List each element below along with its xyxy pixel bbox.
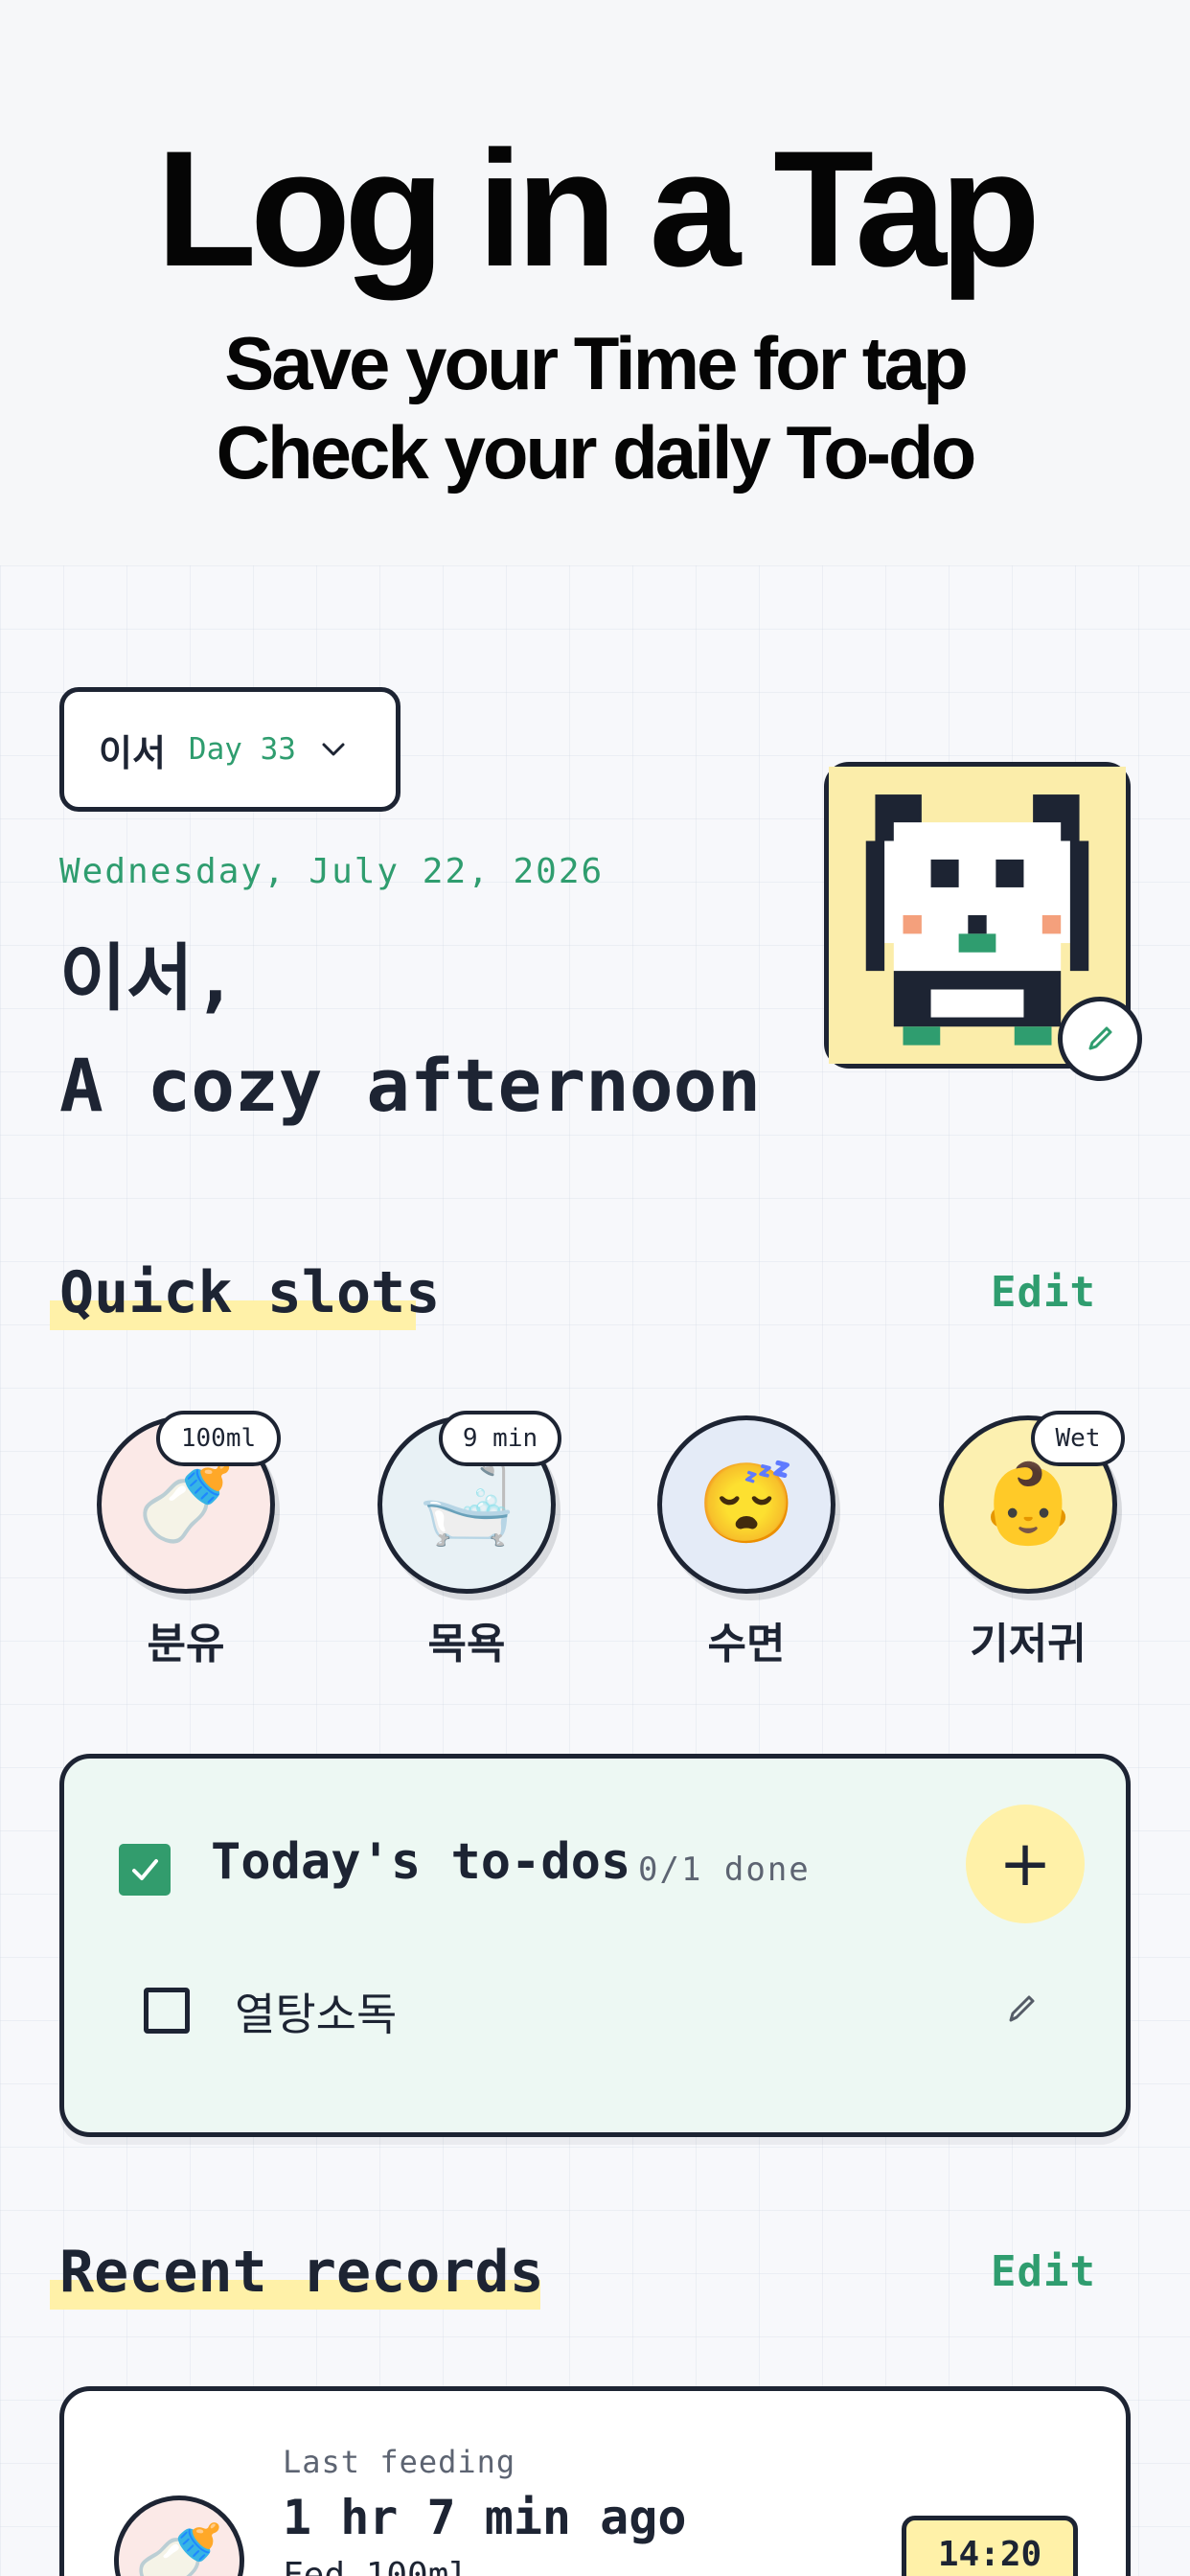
quick-slot-badge: 100ml — [156, 1411, 281, 1466]
greeting-heading: 이서, A cozy afternoon — [59, 925, 761, 1139]
record-time-ago: 1 hr 7 min ago — [283, 2490, 687, 2545]
todo-card: Today's to-dos 0/1 done + 열탕소독 — [59, 1754, 1131, 2137]
baby-log-home-screen: 이서 Day 33 Wednesday, July 22, 2026 이서, A… — [0, 565, 1190, 2576]
quick-slot-label: 수면 — [707, 1620, 786, 1668]
chevron-down-icon — [322, 743, 345, 756]
baby-day-label: Day 33 — [188, 732, 296, 767]
baby-name-label: 이서 — [99, 731, 166, 774]
quick-slot-badge: 9 min — [439, 1411, 561, 1466]
quick-slot-2[interactable]: 😴 수면 — [657, 1415, 835, 1668]
recent-records-edit-link[interactable]: Edit — [991, 2247, 1096, 2296]
baby-bottle-icon: 🍼 — [136, 1460, 236, 1548]
pencil-icon — [1088, 1026, 1112, 1050]
add-todo-button[interactable]: + — [966, 1805, 1085, 1923]
promo-subtitle-line-2: Check your daily To-do — [216, 410, 977, 494]
quick-slots-edit-link[interactable]: Edit — [991, 1268, 1096, 1317]
current-date: Wednesday, July 22, 2026 — [59, 852, 605, 891]
quick-slot-label: 목욕 — [427, 1620, 506, 1668]
baby-face-icon: 👶 — [978, 1460, 1078, 1548]
todo-item-edit-button[interactable] — [996, 1984, 1046, 2034]
baby-selector-button[interactable]: 이서 Day 33 — [59, 687, 400, 812]
quick-slots-title: Quick slots — [59, 1259, 441, 1326]
promo-title: Log in a Tap — [155, 117, 1041, 301]
quick-slot-1[interactable]: 🛁 9 min 목욕 — [378, 1411, 561, 1668]
baby-bottle-icon: 🍼 — [114, 2496, 244, 2576]
record-detail: Fed 100ml — [283, 2556, 470, 2576]
todo-item-text: 열탕소독 — [235, 1989, 398, 2040]
quick-slot-badge: Wet — [1031, 1411, 1125, 1466]
quick-slot-label: 기저귀 — [970, 1620, 1087, 1668]
quick-slot-circle: 😴 — [657, 1415, 835, 1594]
bathtub-icon: 🛁 — [417, 1460, 516, 1548]
record-clock-time: 14:20 — [902, 2516, 1078, 2576]
pencil-icon — [1009, 1995, 1035, 2022]
quick-slot-0[interactable]: 🍼 100ml 분유 — [97, 1411, 281, 1668]
avatar-edit-button[interactable] — [1058, 997, 1142, 1081]
record-label: Last feeding — [283, 2444, 516, 2480]
recent-record-card[interactable]: 🍼 Last feeding 1 hr 7 min ago Fed 100ml … — [59, 2386, 1131, 2576]
quick-slot-label: 분유 — [147, 1620, 225, 1668]
sleeping-face-icon: 😴 — [697, 1460, 796, 1548]
quick-slot-3[interactable]: 👶 Wet 기저귀 — [939, 1411, 1125, 1668]
todos-checkbox-icon — [119, 1844, 171, 1896]
promo-subtitle-line-1: Save your Time for tap — [224, 321, 969, 405]
recent-records-title: Recent records — [59, 2239, 544, 2306]
promo-header: Log in a Tap Save your Time for tap Chec… — [0, 0, 1190, 565]
app-screenshot: Log in a Tap Save your Time for tap Chec… — [0, 0, 1190, 2576]
todo-item-checkbox[interactable] — [144, 1988, 190, 2034]
todos-title: Today's to-dos — [211, 1833, 631, 1891]
greeting-message-line: A cozy afternoon — [59, 1043, 762, 1128]
greeting-name-line: 이서, — [59, 935, 238, 1021]
todos-count: 0/1 done — [638, 1851, 811, 1889]
check-icon — [132, 1859, 158, 1880]
